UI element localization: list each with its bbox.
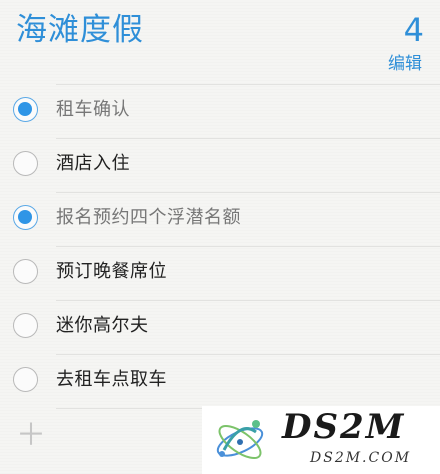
reminder-label[interactable]: 迷你高尔夫 (56, 315, 149, 337)
reminders-list-view: 海滩度假 4 编辑 租车确认 酒店入住 报名预约四个浮潜名额 预订晚餐席位 迷你… (0, 0, 440, 474)
watermark: DS2M DS2M.COM (202, 406, 440, 474)
completion-checkbox[interactable] (13, 367, 38, 392)
reminder-label[interactable]: 预订晚餐席位 (56, 261, 167, 283)
completion-checkbox[interactable] (13, 313, 38, 338)
reminder-label[interactable]: 租车确认 (56, 99, 130, 121)
reminder-label[interactable]: 报名预约四个浮潜名额 (56, 207, 241, 229)
list-title: 海滩度假 (16, 12, 144, 48)
reminder-item[interactable]: 酒店入住 (13, 138, 440, 192)
reminder-item[interactable]: 迷你高尔夫 (13, 300, 440, 354)
plus-icon[interactable]: ＋ (16, 421, 46, 451)
reminder-item[interactable]: 去租车点取车 (13, 354, 440, 408)
reminder-item[interactable]: 租车确认 (13, 84, 440, 138)
completion-checkbox[interactable] (13, 259, 38, 284)
watermark-logo-icon (216, 420, 264, 460)
completion-checkbox[interactable] (13, 151, 38, 176)
watermark-subtitle: DS2M.COM (310, 450, 412, 466)
watermark-title: DS2M (282, 407, 406, 447)
reminder-item[interactable]: 预订晚餐席位 (13, 246, 440, 300)
edit-button[interactable]: 编辑 (388, 54, 422, 74)
completion-checkbox[interactable] (13, 205, 38, 230)
item-count: 4 (403, 11, 424, 49)
reminder-item[interactable]: 报名预约四个浮潜名额 (13, 192, 440, 246)
reminder-label[interactable]: 去租车点取车 (56, 369, 167, 391)
reminder-label[interactable]: 酒店入住 (56, 153, 130, 175)
completion-checkbox[interactable] (13, 97, 38, 122)
